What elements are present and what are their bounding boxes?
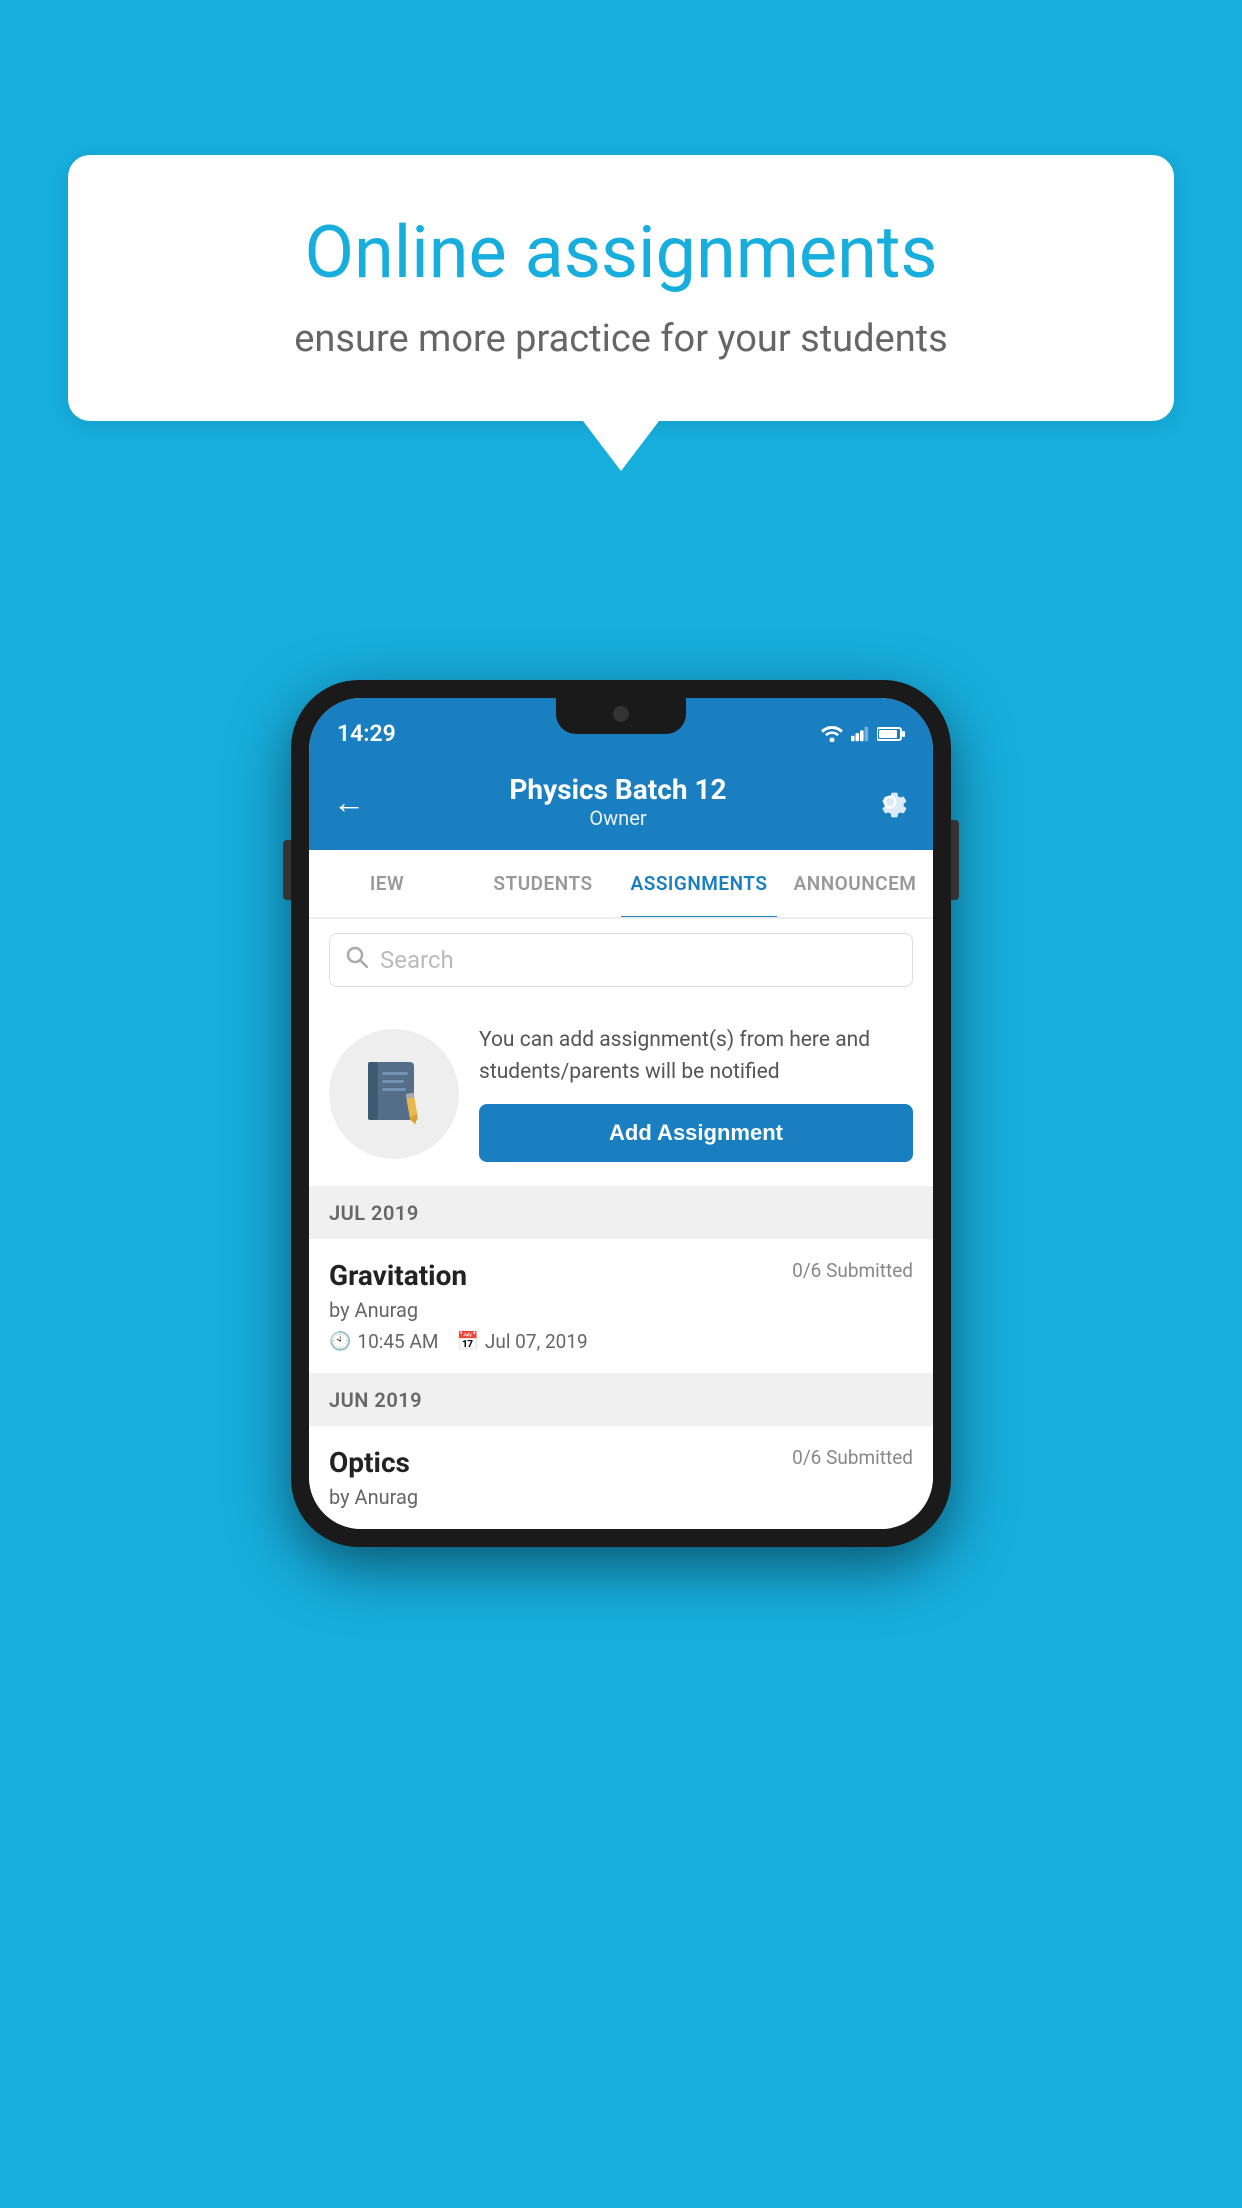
settings-icon[interactable] — [871, 783, 909, 821]
speech-bubble-arrow — [583, 421, 659, 471]
phone-container: 14:29 — [291, 680, 951, 1547]
status-icons — [821, 726, 905, 742]
search-container: Search — [309, 919, 933, 1001]
assignment-date-gravitation: 📅 Jul 07, 2019 — [456, 1330, 587, 1353]
assignment-info-text: You can add assignment(s) from here and … — [479, 1025, 913, 1088]
tab-assignments[interactable]: ASSIGNMENTS — [621, 850, 777, 917]
header-center: Physics Batch 12 Owner — [365, 773, 871, 830]
speech-bubble-subtitle: ensure more practice for your students — [133, 317, 1109, 361]
notebook-icon — [360, 1058, 428, 1130]
status-time: 14:29 — [337, 720, 396, 747]
assignment-item-optics[interactable]: Optics 0/6 Submitted by Anurag — [309, 1426, 933, 1529]
add-assignment-button[interactable]: Add Assignment — [479, 1104, 913, 1162]
speech-bubble-title: Online assignments — [133, 210, 1109, 295]
assignment-by-gravitation: by Anurag — [329, 1298, 913, 1322]
speech-bubble: Online assignments ensure more practice … — [68, 155, 1174, 421]
assignment-name-gravitation: Gravitation — [329, 1259, 467, 1292]
app-header: ← Physics Batch 12 Owner — [309, 757, 933, 850]
assignment-time-gravitation: 🕙 10:45 AM — [329, 1330, 438, 1353]
assignment-info: You can add assignment(s) from here and … — [479, 1025, 913, 1162]
tab-students[interactable]: STUDENTS — [465, 850, 621, 917]
assignment-icon-circle — [329, 1029, 459, 1159]
battery-icon — [877, 726, 905, 742]
search-icon — [346, 946, 368, 974]
search-box[interactable]: Search — [329, 933, 913, 987]
assignment-date-value: Jul 07, 2019 — [485, 1330, 588, 1353]
assignment-time-value: 10:45 AM — [357, 1330, 438, 1353]
phone-camera — [613, 706, 629, 722]
search-placeholder: Search — [380, 946, 454, 974]
tabs-bar: IEW STUDENTS ASSIGNMENTS ANNOUNCEM — [309, 850, 933, 919]
tab-announcements[interactable]: ANNOUNCEM — [777, 850, 933, 917]
assignment-meta-gravitation: 🕙 10:45 AM 📅 Jul 07, 2019 — [329, 1330, 913, 1353]
tab-iew[interactable]: IEW — [309, 850, 465, 917]
calendar-icon: 📅 — [456, 1331, 478, 1352]
clock-icon: 🕙 — [329, 1331, 351, 1352]
phone-outer: 14:29 — [291, 680, 951, 1547]
assignment-name-optics: Optics — [329, 1446, 410, 1479]
assignment-submitted-gravitation: 0/6 Submitted — [792, 1259, 913, 1282]
assignment-by-optics: by Anurag — [329, 1485, 913, 1509]
assignment-item-header: Gravitation 0/6 Submitted — [329, 1259, 913, 1292]
speech-bubble-container: Online assignments ensure more practice … — [68, 155, 1174, 471]
header-subtitle: Owner — [365, 806, 871, 830]
signal-icon — [851, 726, 869, 742]
phone-notch — [556, 698, 686, 734]
wifi-icon — [821, 726, 843, 742]
section-header-jul: JUL 2019 — [309, 1187, 933, 1239]
header-title: Physics Batch 12 — [365, 773, 871, 806]
phone-screen: 14:29 — [309, 698, 933, 1529]
section-header-jun: JUN 2019 — [309, 1374, 933, 1426]
assignment-item-gravitation[interactable]: Gravitation 0/6 Submitted by Anurag 🕙 10… — [309, 1239, 933, 1374]
assignment-submitted-optics: 0/6 Submitted — [792, 1446, 913, 1469]
add-assignment-section: You can add assignment(s) from here and … — [309, 1001, 933, 1187]
back-button[interactable]: ← — [333, 783, 365, 821]
